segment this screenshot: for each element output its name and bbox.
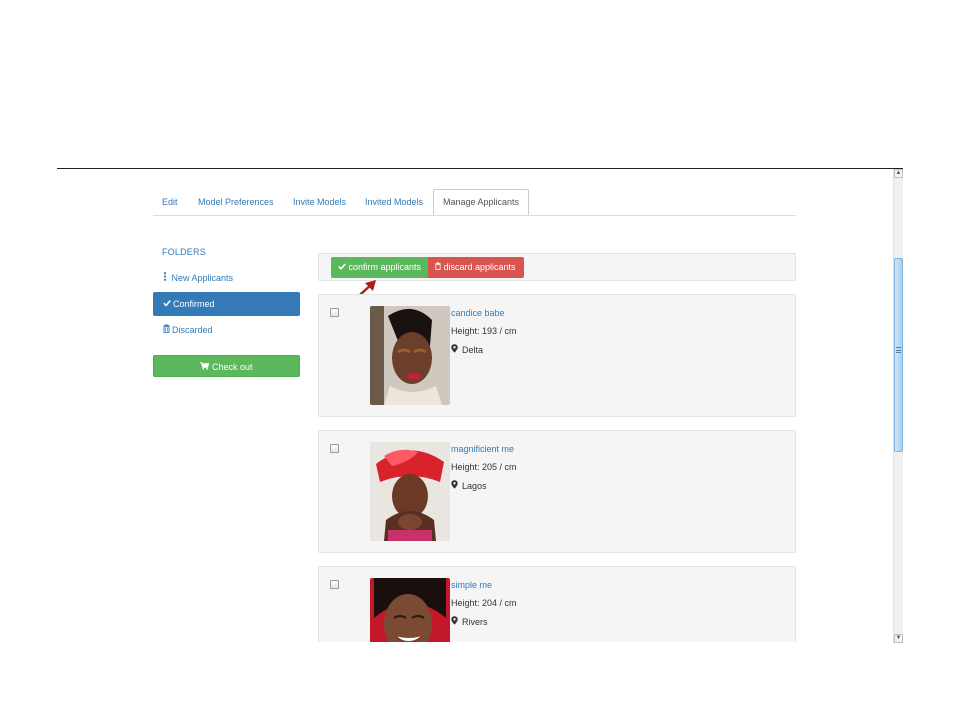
sidebar-item-new-applicants[interactable]: New Applicants xyxy=(153,266,300,290)
confirm-applicants-label: confirm applicants xyxy=(348,262,422,272)
applicant-photo[interactable] xyxy=(370,306,450,405)
applicant-select-checkbox[interactable] xyxy=(330,444,339,453)
check-out-label: Check out xyxy=(211,362,253,372)
map-marker-icon xyxy=(451,480,458,491)
sidebar-item-confirmed[interactable]: Confirmed xyxy=(153,292,300,316)
scroll-down-arrow-icon[interactable]: ▼ xyxy=(894,634,903,643)
applicant-card: simple me Height: 204 / cm Rivers xyxy=(318,566,796,642)
applicant-location-text: Lagos xyxy=(462,481,487,491)
folders-heading: FOLDERS xyxy=(162,247,206,257)
applicant-photo[interactable] xyxy=(370,442,450,541)
tab-model-preferences[interactable]: Model Preferences xyxy=(189,189,283,216)
top-divider xyxy=(57,168,903,169)
sidebar-item-label: Discarded xyxy=(172,325,213,335)
scroll-up-arrow-icon[interactable]: ▲ xyxy=(894,169,903,178)
sidebar-item-label: Confirmed xyxy=(173,299,215,309)
applicant-location-text: Rivers xyxy=(462,617,488,627)
trash-icon xyxy=(435,262,444,272)
trash-icon xyxy=(163,318,170,342)
grip-icon xyxy=(896,347,901,353)
tab-invited-models[interactable]: Invited Models xyxy=(356,189,432,216)
applicant-location: Rivers xyxy=(451,616,488,627)
applicant-location-text: Delta xyxy=(462,345,484,355)
sidebar-item-discarded[interactable]: Discarded xyxy=(153,318,300,342)
applicant-location: Lagos xyxy=(451,480,487,491)
applicant-select-checkbox[interactable] xyxy=(330,308,339,317)
vertical-dots-icon xyxy=(163,266,167,290)
discard-applicants-button[interactable]: discard applicants xyxy=(428,257,524,278)
tab-manage-applicants[interactable]: Manage Applicants xyxy=(433,189,530,215)
map-marker-icon xyxy=(451,616,458,627)
sidebar-item-label: New Applicants xyxy=(171,273,234,283)
applicant-height: Height: 205 / cm xyxy=(451,462,517,472)
applicant-actions-toolbar: confirm applicants discard applicants xyxy=(318,253,796,281)
discard-applicants-label: discard applicants xyxy=(443,262,516,272)
tab-edit[interactable]: Edit xyxy=(153,189,187,216)
check-icon xyxy=(163,292,171,316)
tab-bar: Edit Model Preferences Invite Models Inv… xyxy=(153,189,796,216)
check-out-button[interactable]: Check out xyxy=(153,355,300,377)
applicant-select-checkbox[interactable] xyxy=(330,580,339,589)
applicant-list[interactable]: candice babe Height: 193 / cm Delta magn… xyxy=(300,290,810,642)
applicant-height: Height: 193 / cm xyxy=(451,326,517,336)
cart-icon xyxy=(200,362,212,372)
applicant-location: Delta xyxy=(451,344,483,355)
map-marker-icon xyxy=(451,344,458,355)
applicant-name-link[interactable]: magnificient me xyxy=(451,444,514,454)
applicant-card: magnificient me Height: 205 / cm Lagos xyxy=(318,430,796,553)
applicant-card: candice babe Height: 193 / cm Delta xyxy=(318,294,796,417)
applicant-name-link[interactable]: simple me xyxy=(451,580,492,590)
scrollbar-thumb[interactable] xyxy=(894,258,903,452)
applicant-height: Height: 204 / cm xyxy=(451,598,517,608)
applicant-name-link[interactable]: candice babe xyxy=(451,308,505,318)
tab-invite-models[interactable]: Invite Models xyxy=(284,189,355,216)
applicant-photo[interactable] xyxy=(370,578,450,642)
confirm-applicants-button[interactable]: confirm applicants xyxy=(331,257,429,278)
vertical-scrollbar[interactable]: ▲ ▼ xyxy=(893,169,903,643)
check-icon xyxy=(338,262,349,272)
